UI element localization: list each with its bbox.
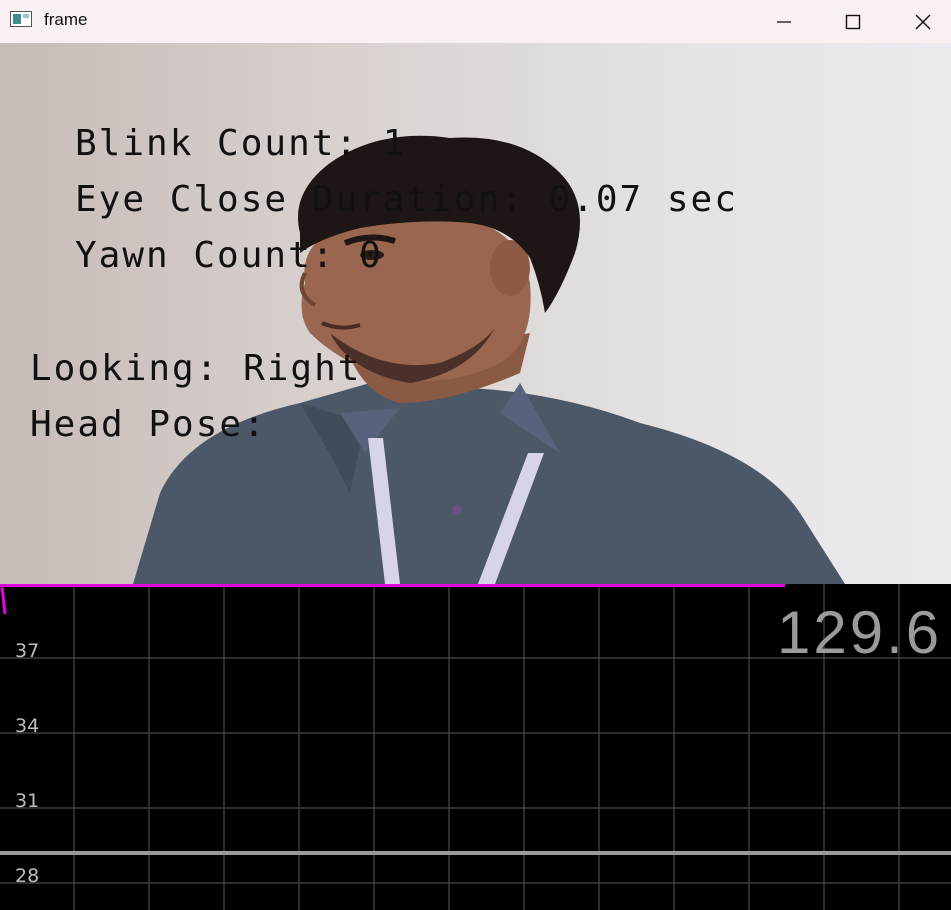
maximize-button[interactable] [829,0,877,43]
close-button[interactable] [899,0,947,43]
maximize-icon [845,14,861,29]
y-tick-label: 28 [15,865,40,887]
head-pose-label: Head Pose: [30,404,267,445]
window-titlebar: frame [0,0,951,43]
yawn-count-label: Yawn Count: 0 [75,235,383,276]
signal-plot: 37 34 31 28 129.6 [0,584,951,910]
blink-count-label: Blink Count: 1 [75,123,407,164]
camera-feed: Blink Count: 1 Eye Close Duration: 0.07 … [0,43,951,584]
value-readout: 129.6 [777,599,943,666]
app-icon [10,11,32,27]
minimize-button[interactable] [760,0,808,43]
looking-direction-label: Looking: Right [30,348,362,389]
window-title: frame [44,10,88,29]
y-tick-label: 31 [15,790,40,812]
eye-close-duration-label: Eye Close Duration: 0.07 sec [75,179,738,220]
signal-trace-drop [0,585,7,615]
y-tick-label: 34 [15,715,40,737]
close-icon [915,14,931,29]
minimize-icon [777,20,791,23]
y-tick-label: 37 [15,640,40,662]
